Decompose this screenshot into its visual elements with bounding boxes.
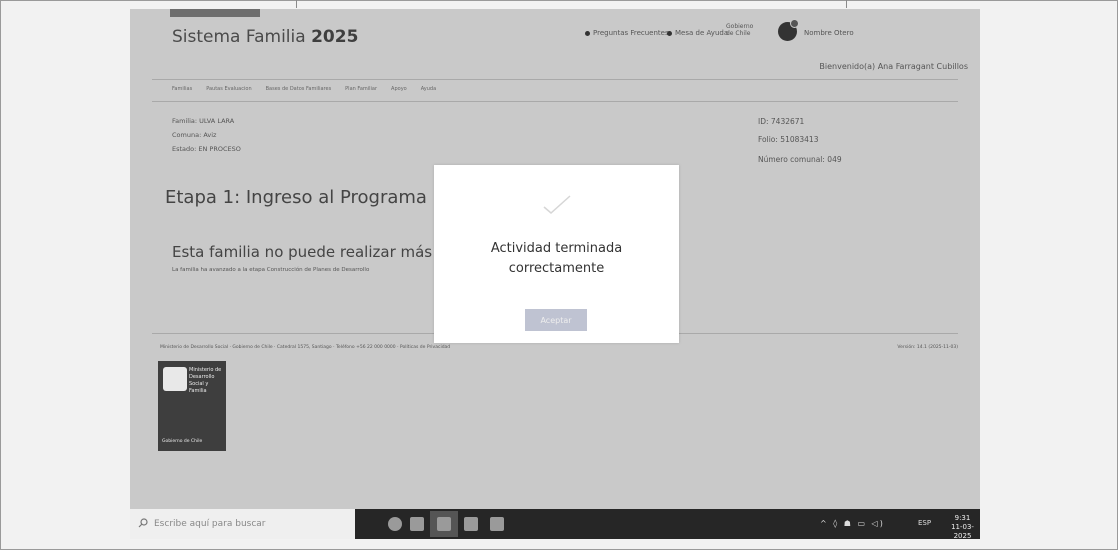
nav-item-pautas[interactable]: Pautas Evaluacion — [206, 86, 251, 92]
gov-emblem-icon — [163, 367, 187, 391]
header-divider — [152, 79, 958, 80]
language-indicator[interactable]: ESP — [918, 519, 931, 527]
welcome-user[interactable]: Bienvenido(a) Ana Farragant Cubillos — [819, 62, 968, 71]
ministry-logo: Ministerio de Desarrollo Social y Famili… — [158, 361, 226, 451]
faq-link[interactable]: Preguntas Frecuentes — [585, 29, 669, 37]
taskbar-clock[interactable]: 9:31 11-03-2025 — [945, 514, 980, 539]
nav-item-plan[interactable]: Plan Familiar — [345, 86, 377, 92]
family-status: Estado: EN PROCESO — [172, 145, 241, 153]
footer-address: Ministerio de Desarrollo Social · Gobier… — [160, 345, 451, 350]
family-id: ID: 7432671 — [758, 117, 805, 126]
user-menu[interactable]: Nombre Otero — [804, 29, 854, 37]
success-modal: Actividad terminada correctamente Acepta… — [434, 165, 679, 343]
app-title-year: 2025 — [311, 27, 359, 47]
question-icon — [585, 30, 590, 36]
search-icon — [138, 517, 148, 531]
nav-item-familias[interactable]: Familias — [172, 86, 192, 92]
system-tray[interactable]: ^ ◊ ☗ ▭ ◁) — [820, 519, 885, 528]
top-strip — [170, 9, 260, 17]
chat-icon — [437, 517, 451, 531]
nav-divider — [152, 101, 958, 102]
modal-message-line2: correctamente — [508, 261, 605, 276]
notification-badge — [790, 19, 799, 28]
app-title[interactable]: Sistema Familia 2025 — [172, 27, 358, 47]
family-folio: Folio: 51083413 — [758, 135, 819, 144]
ministry-name: Ministerio de Desarrollo Social y Famili… — [189, 367, 222, 394]
family-commune: Comuna: Aviz — [172, 131, 217, 139]
browser-icon[interactable] — [388, 517, 402, 531]
clock-time: 9:31 — [954, 514, 971, 522]
monitor-screen: Sistema Familia 2025 Preguntas Frecuente… — [130, 9, 980, 539]
nav-item-bases[interactable]: Bases de Datos Familiares — [266, 86, 332, 92]
family-name: Familia: ULVA LARA — [172, 117, 235, 125]
excel-icon[interactable] — [490, 517, 504, 531]
help-desk-label: Mesa de Ayuda — [675, 29, 729, 37]
taskbar-search[interactable]: Escribe aquí para buscar — [130, 509, 355, 539]
gov-logo-text: Gobierno de Chile — [726, 23, 754, 37]
modal-message: Actividad terminada correctamente — [434, 239, 679, 279]
file-explorer-icon[interactable] — [410, 517, 424, 531]
checkmark-icon — [543, 195, 571, 214]
faq-link-label: Preguntas Frecuentes — [593, 29, 669, 37]
footer-version: Versión: 14.1 (2025-11-03) — [897, 345, 958, 350]
family-sub-message: La familia ha avanzado a la etapa Constr… — [172, 267, 370, 273]
clock-date: 11-03-2025 — [951, 523, 974, 539]
family-number: Número comunal: 049 — [758, 155, 842, 164]
main-nav: Familias Pautas Evaluacion Bases de Dato… — [172, 86, 436, 92]
stage-title: Etapa 1: Ingreso al Programa — [165, 187, 427, 208]
modal-message-line1: Actividad terminada — [490, 241, 623, 256]
help-icon — [667, 30, 672, 36]
windows-taskbar: Escribe aquí para buscar ^ ◊ ☗ ▭ ◁) ESP … — [130, 509, 980, 539]
app-title-prefix: Sistema Familia — [172, 27, 306, 47]
frame-tick — [846, 0, 847, 8]
taskbar-search-placeholder: Escribe aquí para buscar — [154, 519, 266, 529]
frame-tick — [296, 0, 297, 8]
nav-item-ayuda[interactable]: Ayuda — [421, 86, 436, 92]
word-icon[interactable] — [464, 517, 478, 531]
nav-item-apoyo[interactable]: Apoyo — [391, 86, 407, 92]
accept-button[interactable]: Aceptar — [525, 309, 587, 331]
help-desk-link[interactable]: Mesa de Ayuda — [667, 29, 728, 37]
gobierno-label: Gobierno de Chile — [162, 439, 203, 444]
